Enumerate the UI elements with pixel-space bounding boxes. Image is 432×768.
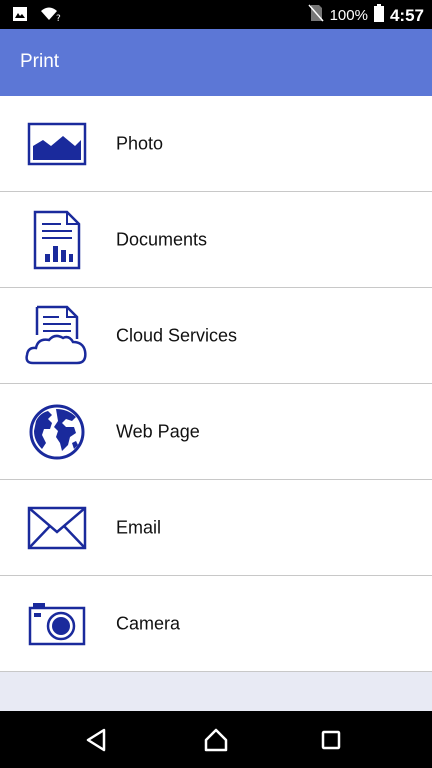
menu-item-label: Documents [116, 229, 208, 249]
menu-item-cloud-services[interactable]: Cloud Services [0, 288, 432, 384]
menu-item-label: Photo [116, 133, 164, 153]
battery-icon [373, 4, 384, 27]
menu-item-photo[interactable]: Photo [0, 96, 432, 192]
menu-item-label: Camera [116, 613, 181, 633]
menu-item-documents[interactable]: Documents [0, 192, 432, 288]
navigation-bar [0, 711, 432, 768]
menu-item-label: Cloud Services [116, 325, 238, 345]
app-bar: Print [0, 29, 432, 96]
page-title: Print [20, 51, 60, 72]
svg-text:?: ? [56, 14, 61, 22]
photo-icon [24, 111, 90, 177]
no-sim-icon [308, 4, 324, 27]
cloud-document-icon [24, 303, 90, 369]
home-icon[interactable] [201, 725, 231, 755]
status-bar: ? 100% 4:57 [0, 0, 432, 29]
menu-item-email[interactable]: Email [0, 480, 432, 576]
camera-icon [24, 591, 90, 657]
status-left: ? [12, 6, 62, 27]
globe-icon [24, 399, 90, 465]
battery-percent: 100% [329, 7, 368, 24]
menu-item-label: Email [116, 517, 162, 537]
menu-item-web-page[interactable]: Web Page [0, 384, 432, 480]
menu-item-label: Web Page [116, 421, 200, 441]
document-icon [24, 207, 90, 273]
back-icon[interactable] [81, 725, 111, 755]
menu-item-camera[interactable]: Camera [0, 576, 432, 672]
envelope-icon [24, 495, 90, 561]
status-right: 100% 4:57 [308, 4, 424, 27]
status-time: 4:57 [389, 5, 424, 25]
print-menu-list: Photo Documents Cloud Services Web Page … [0, 96, 432, 672]
wifi-question-icon: ? [40, 6, 62, 27]
recents-icon[interactable] [316, 725, 346, 755]
image-icon [12, 6, 28, 27]
